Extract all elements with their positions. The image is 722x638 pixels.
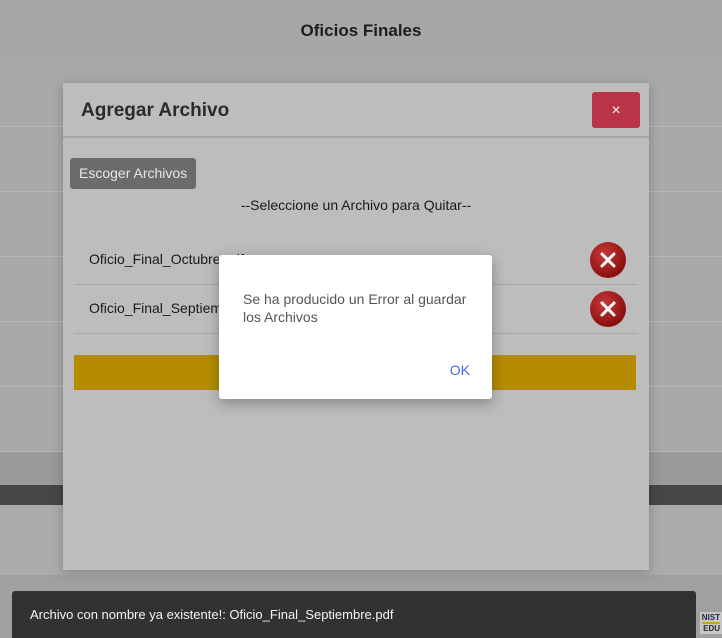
logo-text-1: NIST [701,613,720,622]
toast-message: Archivo con nombre ya existente!: Oficio… [30,607,394,622]
error-message: Se ha producido un Error al guardar los … [243,291,467,325]
error-dialog: Se ha producido un Error al guardar los … [219,255,492,399]
modal-title: Agregar Archivo [81,100,230,121]
page-title: Oficios Finales [300,21,422,40]
logo-text-2: EDU [703,624,720,633]
remove-hint: --Seleccione un Archivo para Quitar-- [240,197,472,213]
ministry-logo: NIST EDU [699,612,722,634]
page-header: Oficios Finales [0,0,722,63]
modal-header: Agregar Archivo × [63,83,649,138]
ok-button[interactable]: OK [450,362,470,378]
x-circle-icon[interactable] [590,242,626,278]
close-button[interactable]: × [592,92,640,128]
x-circle-icon[interactable] [590,291,626,327]
toast-notification: Archivo con nombre ya existente!: Oficio… [12,591,696,638]
choose-files-button[interactable]: Escoger Archivos [70,158,197,189]
